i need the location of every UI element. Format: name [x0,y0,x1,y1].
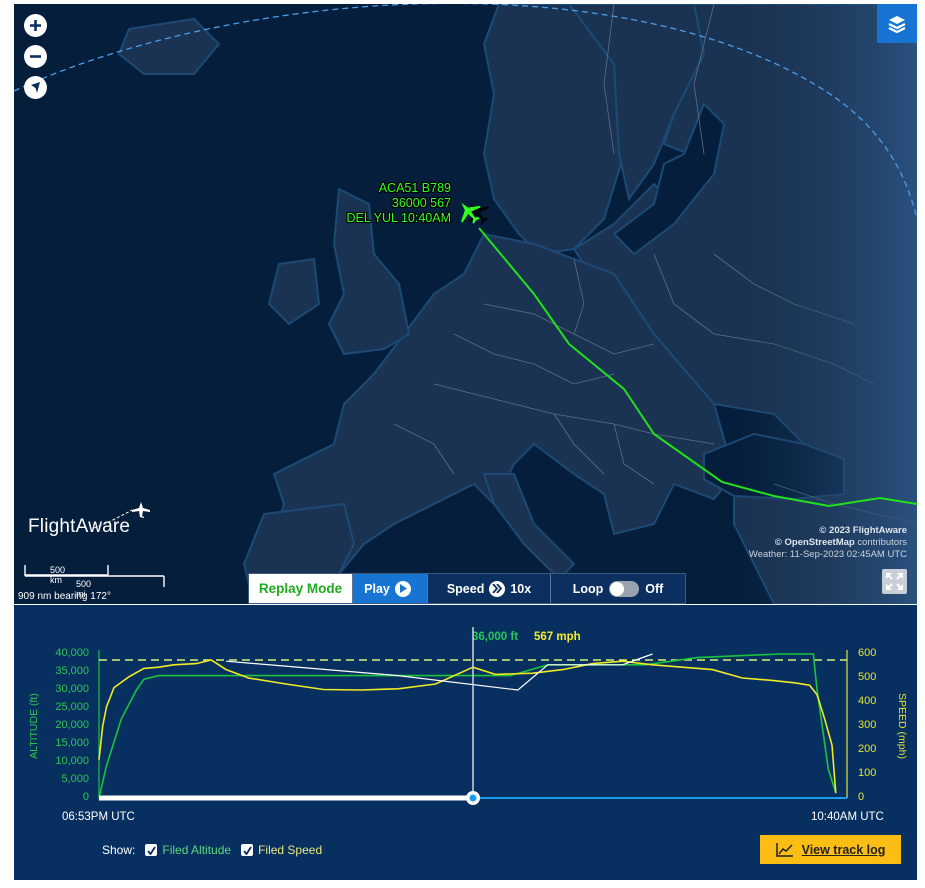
filed-altitude-label[interactable]: Filed Altitude [162,843,231,857]
zoom-out-button[interactable] [24,45,47,68]
attribution-osm-link[interactable]: © OpenStreetMap [775,537,855,548]
flight-label-route: DEL YUL 10:40AM [346,211,451,225]
legend-show-row: Show: Filed Altitude Filed Speed [102,843,322,857]
scale-km: 500 km [50,565,66,585]
reset-north-button[interactable] [24,76,47,99]
flight-label[interactable]: ACA51 B789 36000 567 DEL YUL 10:40AM [334,181,451,226]
progress-handle-dot[interactable] [469,794,477,802]
plus-icon [30,20,41,31]
speed-value: 10x [510,581,532,596]
fast-forward-icon [489,580,506,597]
play-label: Play [364,581,390,596]
chart-plot-area[interactable] [14,605,917,820]
loop-toggle[interactable]: Loop Off [551,574,685,603]
view-track-log-label: View track log [801,842,886,857]
loop-switch[interactable] [609,580,640,597]
loop-value: Off [645,581,664,596]
checkmark-icon [147,846,156,855]
scale-bearing: 909 nm bearing 172° [18,591,111,602]
map-attribution: © 2023 FlightAware © OpenStreetMap contr… [749,525,907,561]
play-icon [394,580,411,597]
x-axis-start-label: 06:53PM UTC [62,811,135,823]
chart-line-icon [775,842,793,857]
replay-controls: Replay Mode Play Speed 10x Loop Off [248,573,686,604]
loop-label: Loop [572,581,604,596]
altitude-series [98,653,837,799]
attribution-osm-rest: contributors [854,537,907,548]
attribution-flightaware: © 2023 FlightAware [819,525,907,536]
altitude-speed-chart: 36,000 ft 567 mph 40,000 35,000 30,000 25,0… [14,605,917,880]
zoom-in-button[interactable] [24,14,47,37]
play-button[interactable]: Play [353,574,428,603]
flight-map[interactable]: ACA51 B789 36000 567 DEL YUL 10:40AM Fli… [14,4,917,604]
logo-plane-icon [93,502,150,529]
filed-speed-checkbox[interactable] [241,844,254,856]
filed-speed-label[interactable]: Filed Speed [258,843,322,857]
compass-arrow-icon [31,82,40,93]
replay-mode-label: Replay Mode [249,574,353,603]
x-axis-end-label: 10:40AM UTC [811,811,884,823]
layers-button[interactable] [877,4,917,43]
layers-icon [888,15,906,33]
flight-label-alt-speed: 36000 567 [391,196,451,210]
fullscreen-button[interactable] [882,569,907,594]
speed-label: Speed [446,581,485,596]
filed-altitude-checkbox[interactable] [145,844,158,856]
speed-button[interactable]: Speed 10x [428,574,551,603]
minus-icon [30,55,41,58]
checkmark-icon [242,846,252,855]
view-track-log-button[interactable]: View track log [760,835,901,864]
flight-label-callsign: ACA51 B789 [378,181,451,195]
flightaware-logo: FlightAware [28,502,150,538]
scale-bar [24,565,165,587]
show-label: Show: [102,843,136,857]
expand-icon [886,573,903,590]
speed-series [98,659,837,794]
attribution-weather: Weather: 11-Sep-2023 02:45AM UTC [748,549,907,560]
